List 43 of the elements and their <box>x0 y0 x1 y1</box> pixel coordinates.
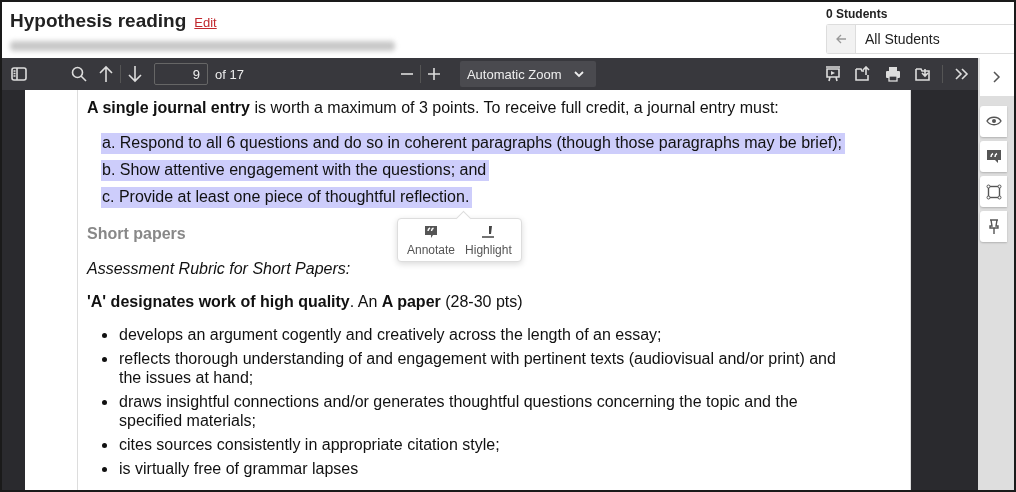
highlighted-text: a. Respond to all 6 questions and do so in coherent paragraphs (though those paragraphs may be brief); <box>101 133 846 154</box>
zoom-select[interactable]: Automatic Zoom <box>459 61 596 87</box>
list-item: is virtually free of grammar lapses <box>119 459 359 478</box>
page-title: Hypothesis reading <box>10 10 187 32</box>
pin-button[interactable] <box>980 211 1007 242</box>
rubric-title: Assessment Rubric for Short Papers: <box>87 260 351 278</box>
caret-icon[interactable] <box>573 70 584 78</box>
bullet-icon <box>102 443 107 448</box>
show-annotations-button[interactable] <box>980 106 1007 137</box>
list-item: draws insightful connections and/or generates thoughtful questions concerning the topic and the specified materials; <box>119 392 799 430</box>
select-area-button[interactable] <box>980 176 1007 207</box>
paragraph: 'A' designates work of high quality. An A paper (28-30 pts) <box>87 293 523 311</box>
quote-icon[interactable] <box>985 148 1002 165</box>
highlighted-text: c. Provide at least one piece of thoughtful reflection. <box>101 187 473 208</box>
bullet-icon <box>102 333 107 338</box>
highlighter-icon[interactable] <box>481 225 496 239</box>
download-icon[interactable] <box>915 66 931 82</box>
highlighted-text: b. Show attentive engagement with the questions; and <box>101 160 490 181</box>
bullet-icon <box>102 467 107 472</box>
print-icon[interactable] <box>885 66 901 82</box>
chevron-icon[interactable] <box>993 71 1001 83</box>
quote-icon[interactable] <box>424 225 438 239</box>
open-file-icon[interactable] <box>855 66 871 82</box>
zoom-in-icon[interactable] <box>426 67 441 81</box>
up-arrow-icon[interactable] <box>98 65 114 83</box>
list-item: reflects thorough understanding of and engagement with pertinent texts (audiovisual and/or print) and the issues at hand; <box>119 349 837 387</box>
edit-link[interactable]: Edit <box>194 15 217 30</box>
double-chevron-icon[interactable] <box>954 67 970 81</box>
search-icon[interactable] <box>71 66 87 82</box>
section-heading: Short papers <box>87 225 186 243</box>
sidebar-toggle-icon[interactable] <box>11 67 27 81</box>
frame-icon[interactable] <box>985 183 1002 200</box>
bullet-icon <box>102 400 107 405</box>
list-item: develops an argument cogently and creatively across the length of an essay; <box>119 325 662 344</box>
students-count: 0 Students <box>826 7 889 23</box>
page-number-field[interactable]: 9 <box>154 63 208 85</box>
paragraph: A single journal entry is worth a maximum of 3 points. To receive full credit, a journal entry must: <box>87 98 779 118</box>
presentation-icon[interactable] <box>825 66 841 82</box>
page-count: of 17 <box>215 66 244 82</box>
bullet-icon <box>102 357 107 362</box>
list-item: cites sources consistently in appropriate citation style; <box>119 435 500 454</box>
down-arrow-icon[interactable] <box>127 65 143 83</box>
annotate-button[interactable] <box>980 141 1007 172</box>
